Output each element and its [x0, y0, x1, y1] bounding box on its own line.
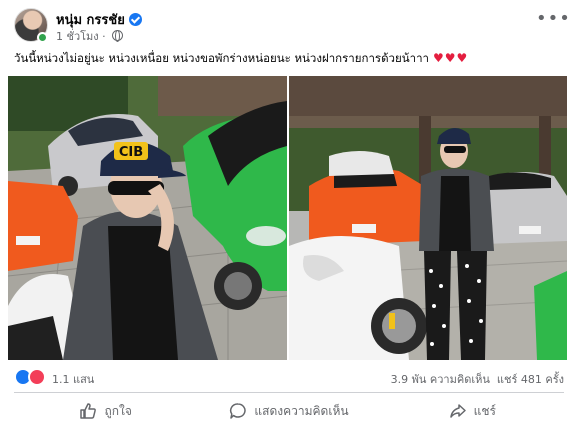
post-stats: 1.1 แสน 3.9 พัน ความคิดเห็น แชร์ 481 ครั…	[14, 368, 564, 388]
share-arrow-icon	[449, 404, 466, 418]
comment-bubble-icon	[230, 403, 247, 419]
globe-icon	[112, 30, 124, 42]
share-button[interactable]: แชร์	[381, 396, 564, 426]
heart-emoji-icons: ♥♥♥	[432, 51, 469, 65]
like-button[interactable]: ถูกใจ	[14, 396, 197, 426]
more-options-icon[interactable]: •••	[536, 10, 570, 34]
love-reaction-icon	[28, 368, 46, 386]
post-header: หนุ่ม กรรชัย 1 ชั่วโมง · •••	[14, 8, 570, 45]
author-name-text[interactable]: หนุ่ม กรรชัย	[56, 13, 125, 28]
stats-divider	[14, 392, 564, 393]
photo-left-image: CIB	[8, 76, 287, 360]
facebook-post: หนุ่ม กรรชัย 1 ชั่วโมง · ••• วันนี้หน่วง…	[0, 0, 575, 429]
photo-right-image	[289, 76, 567, 360]
thumbs-up-icon	[80, 403, 97, 419]
reaction-count[interactable]: 1.1 แสน	[52, 370, 94, 388]
share-count[interactable]: แชร์ 481 ครั้ง	[497, 373, 564, 386]
verified-badge-icon	[128, 13, 142, 26]
cap-logo-text: CIB	[119, 145, 143, 160]
comment-button-label: แสดงความคิดเห็น	[254, 403, 349, 418]
share-button-label: แชร์	[473, 403, 496, 418]
online-status-icon	[37, 32, 48, 43]
post-actions: ถูกใจ แสดงความคิดเห็น แชร์	[14, 396, 564, 426]
photo-right[interactable]	[289, 76, 567, 360]
photo-grid: CIB	[8, 76, 567, 360]
photo-left[interactable]: CIB	[8, 76, 287, 360]
post-caption: วันนี้หน่วงไม่อยู่นะ หน่วงเหนื่อย หน่วงข…	[14, 50, 564, 68]
comment-button[interactable]: แสดงความคิดเห็น	[197, 396, 380, 426]
post-time[interactable]: 1 ชั่วโมง	[56, 30, 99, 43]
caption-text: วันนี้หน่วงไม่อยู่นะ หน่วงเหนื่อย หน่วงข…	[14, 51, 429, 65]
comment-count[interactable]: 3.9 พัน ความคิดเห็น	[391, 373, 490, 386]
engagement-counts: 3.9 พัน ความคิดเห็น แชร์ 481 ครั้ง	[391, 370, 564, 388]
like-button-label: ถูกใจ	[104, 403, 132, 418]
post-meta: 1 ชั่วโมง ·	[56, 27, 124, 45]
